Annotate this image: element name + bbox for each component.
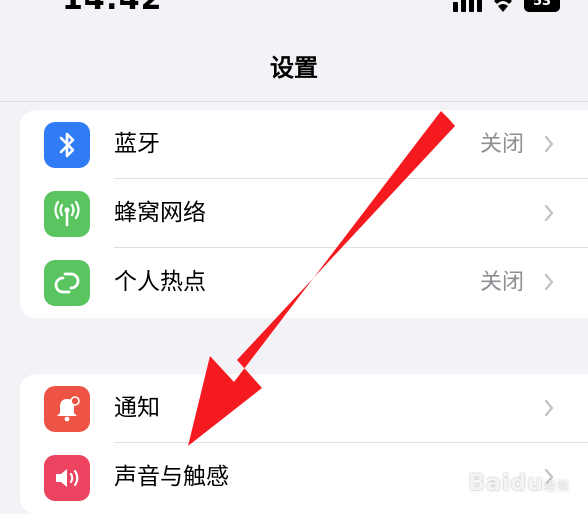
speaker-icon — [44, 455, 90, 501]
notification-bell-icon — [44, 386, 90, 432]
cellular-antenna-icon — [44, 191, 90, 237]
settings-row-cellular[interactable]: 蜂窝网络 — [20, 179, 588, 248]
settings-row-value: 关闭 — [479, 132, 524, 157]
settings-row-notifications[interactable]: 通知 — [20, 374, 588, 443]
settings-row-label: 通知 — [114, 395, 160, 421]
watermark: Baidu经验 — [468, 471, 570, 496]
cellular-signal-icon — [453, 0, 482, 12]
settings-row-label: 蓝牙 — [114, 131, 160, 157]
settings-row-hotspot[interactable]: 个人热点 关闭 — [20, 248, 588, 317]
wifi-icon — [494, 0, 512, 12]
settings-row-label: 个人热点 — [114, 269, 206, 295]
settings-row-label: 声音与触感 — [114, 464, 229, 490]
settings-row-label: 蜂窝网络 — [114, 200, 206, 226]
nav-divider — [0, 101, 588, 102]
settings-group-connectivity: 蓝牙 关闭 蜂窝网络 个人热点 关闭 — [20, 110, 588, 318]
settings-row-bluetooth[interactable]: 蓝牙 关闭 — [20, 110, 588, 179]
status-time: 14:42 — [62, 0, 163, 14]
settings-row-value: 关闭 — [479, 270, 524, 295]
status-icons: 53 — [453, 0, 560, 12]
battery-icon: 53 — [524, 0, 560, 12]
personal-hotspot-icon — [44, 260, 90, 306]
watermark-sub: 经验 — [543, 479, 570, 493]
watermark-text: Baidu — [468, 471, 544, 496]
chevron-right-icon — [544, 400, 554, 416]
status-bar: 14:42 53 — [0, 0, 588, 14]
page-title: 设置 — [270, 54, 318, 82]
chevron-right-icon — [544, 136, 554, 152]
bluetooth-icon — [44, 122, 90, 168]
chevron-right-icon — [544, 274, 554, 290]
chevron-right-icon — [544, 205, 554, 221]
